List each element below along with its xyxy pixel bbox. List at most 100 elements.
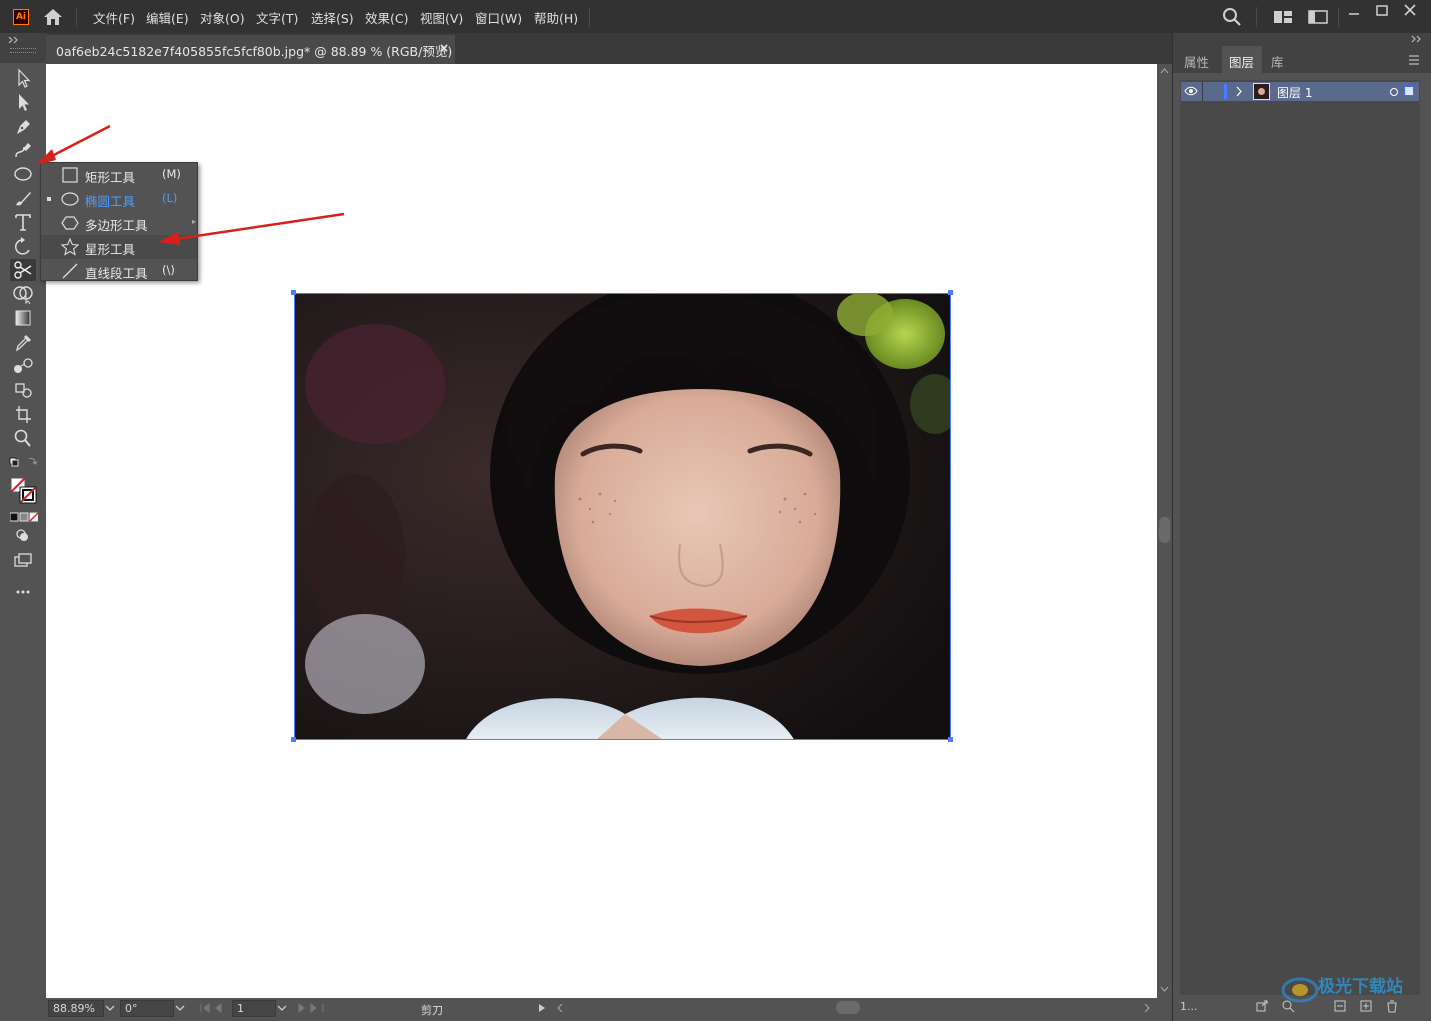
flyout-item-line-segment[interactable]: 直线段工具 (\) (41, 259, 197, 283)
flyout-item-star[interactable]: 星形工具 (41, 235, 197, 259)
scissors-tool[interactable] (10, 259, 36, 281)
zoom-tool[interactable] (10, 427, 36, 449)
panel-header (1173, 33, 1431, 46)
pen-tool[interactable] (10, 115, 36, 137)
tab-libraries[interactable]: 库 (1271, 52, 1284, 71)
selection-square-icon[interactable] (1404, 86, 1414, 96)
eyedropper-icon (15, 335, 31, 352)
paintbrush-tool[interactable] (10, 187, 36, 209)
menu-select[interactable]: 选择(S) (311, 8, 354, 27)
collapse-chevrons-icon[interactable] (1411, 35, 1423, 43)
search-icon[interactable] (1222, 7, 1242, 27)
menu-edit[interactable]: 编辑(E) (146, 8, 189, 27)
symbol-sprayer-icon (15, 383, 32, 398)
layer-name[interactable]: 图层 1 (1277, 84, 1312, 101)
gradient-tool[interactable] (10, 307, 36, 329)
artboard-number-field[interactable]: 1 (232, 1000, 276, 1017)
workspace-layout-icon[interactable] (1273, 10, 1293, 24)
drawing-mode-tool[interactable] (10, 525, 36, 547)
flyout-item-rectangle[interactable]: 矩形工具 (M) (41, 163, 197, 187)
default-swap-colors[interactable] (9, 456, 39, 468)
flyout-label: 星形工具 (85, 242, 136, 257)
scroll-left-icon[interactable] (556, 1003, 564, 1013)
selection-handle[interactable] (291, 737, 296, 742)
swap-colors-icon (9, 457, 38, 467)
flyout-item-polygon[interactable]: 多边形工具 ▸ (41, 211, 197, 235)
direct-selection-icon (19, 94, 29, 111)
home-icon[interactable] (42, 7, 64, 27)
polygon-icon (61, 216, 79, 230)
direct-selection-tool[interactable] (10, 91, 36, 113)
document-tab-close-button[interactable]: × (439, 41, 449, 55)
scroll-right-icon[interactable] (1143, 1003, 1151, 1013)
pen-icon (17, 120, 30, 134)
close-icon[interactable] (1402, 3, 1418, 17)
tab-layers[interactable]: 图层 (1229, 52, 1254, 71)
line-segment-icon (62, 263, 78, 279)
panel-menu-icon[interactable] (1407, 54, 1421, 66)
document-tab[interactable]: 0af6eb24c5182e7f405855fc5fcf80b.jpg* @ 8… (46, 35, 455, 64)
menu-view[interactable]: 视图(V) (420, 8, 463, 27)
maximize-icon[interactable] (1374, 4, 1390, 18)
tab-properties[interactable]: 属性 (1184, 52, 1209, 71)
curvature-tool[interactable] (10, 139, 36, 161)
fill-stroke-swatches[interactable] (9, 476, 39, 506)
flyout-label: 椭圆工具 (85, 194, 136, 209)
ellipse-icon (61, 192, 79, 206)
ellipse-tool[interactable] (10, 163, 36, 185)
minimize-icon[interactable] (1346, 6, 1362, 18)
menu-object[interactable]: 对象(O) (200, 8, 245, 27)
zoom-level-field[interactable]: 88.89% (48, 1000, 104, 1017)
expand-chevron-icon[interactable] (1235, 86, 1243, 97)
selected-bullet-icon (47, 197, 51, 201)
status-menu-arrow-icon[interactable] (538, 1003, 546, 1013)
zoom-dropdown-icon[interactable] (104, 1003, 116, 1013)
menu-separator (1338, 7, 1339, 27)
curvature-pen-icon (15, 143, 31, 158)
artboard-prev-icon[interactable] (196, 1003, 236, 1013)
artboard-tool[interactable] (10, 403, 36, 425)
blend-tool[interactable] (10, 355, 36, 377)
rotation-dropdown-icon[interactable] (174, 1003, 186, 1013)
scroll-down-icon[interactable] (1160, 986, 1169, 992)
type-tool[interactable] (10, 211, 36, 233)
tools-panel-header (0, 33, 46, 63)
placed-image[interactable] (294, 293, 951, 740)
drag-grip[interactable] (10, 48, 36, 53)
shape-builder-tool[interactable] (10, 283, 36, 305)
layer-row[interactable]: 图层 1 (1181, 82, 1419, 101)
flyout-item-ellipse[interactable]: 椭圆工具 (L) (41, 187, 197, 211)
color-mode-buttons[interactable] (9, 511, 39, 522)
screen-mode-tool[interactable] (10, 549, 36, 571)
vertical-scrollbar[interactable] (1157, 64, 1172, 998)
artboard-next-icon[interactable] (296, 1003, 330, 1013)
menu-file[interactable]: 文件(F) (93, 8, 135, 27)
vertical-scroll-thumb[interactable] (1159, 517, 1170, 543)
panel-layout-icon[interactable] (1308, 10, 1328, 24)
collapse-chevrons-icon[interactable] (8, 36, 20, 44)
menu-window[interactable]: 窗口(W) (475, 8, 522, 27)
menu-help[interactable]: 帮助(H) (534, 8, 578, 27)
target-circle-icon[interactable] (1389, 87, 1399, 97)
more-tools-button[interactable] (10, 581, 36, 603)
rotation-field[interactable]: 0° (120, 1000, 174, 1017)
menu-separator (76, 7, 77, 27)
selection-handle[interactable] (948, 737, 953, 742)
rotate-tool[interactable] (10, 235, 36, 257)
flyout-label: 多边形工具 (85, 218, 148, 233)
export-icon[interactable] (1255, 999, 1269, 1013)
horizontal-scroll-thumb[interactable] (836, 1001, 860, 1014)
selection-handle[interactable] (948, 290, 953, 295)
symbol-sprayer-tool[interactable] (10, 379, 36, 401)
eyedropper-tool[interactable] (10, 331, 36, 353)
menu-effect[interactable]: 效果(C) (365, 8, 408, 27)
layer-count: 1... (1180, 1000, 1198, 1013)
flyout-shortcut: (\) (162, 263, 175, 277)
menu-type[interactable]: 文字(T) (256, 8, 298, 27)
visibility-eye-icon[interactable] (1184, 86, 1198, 96)
artboard-dropdown-icon[interactable] (276, 1003, 288, 1013)
selection-tool[interactable] (10, 67, 36, 89)
scroll-up-icon[interactable] (1160, 68, 1169, 74)
selection-handle[interactable] (291, 290, 296, 295)
more-dots-icon (16, 590, 30, 594)
